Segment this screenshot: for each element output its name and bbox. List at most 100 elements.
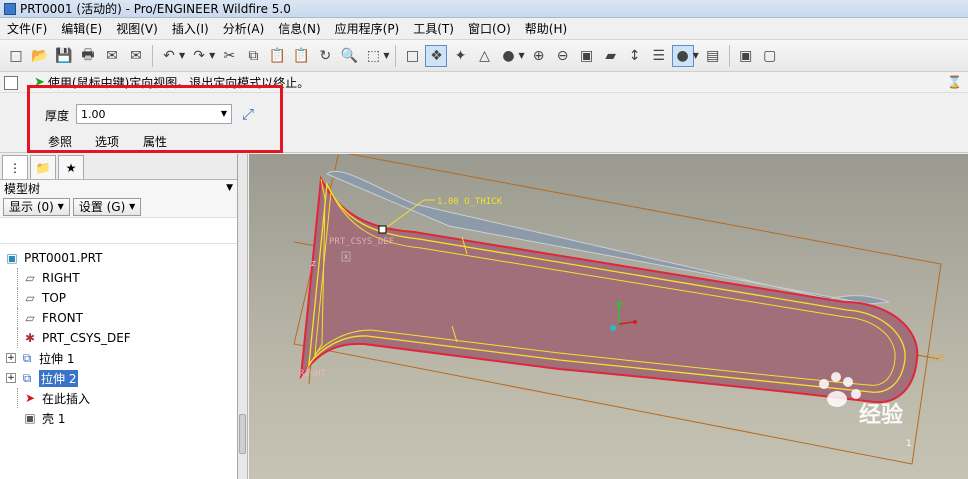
menu-tools[interactable]: 工具(T) xyxy=(406,18,461,40)
tab-model-tree-icon[interactable]: ⋮ xyxy=(2,155,28,179)
paste-special-icon[interactable]: 📋 xyxy=(290,45,312,67)
tree-item-extrude-2[interactable]: + ⧉ 拉伸 2 xyxy=(0,368,237,388)
tree-item-label: 拉伸 1 xyxy=(39,351,75,366)
saved-views-icon[interactable]: △ xyxy=(473,45,495,67)
copy-icon[interactable]: ⧉ xyxy=(242,45,264,67)
spin-center-icon[interactable]: ❖ xyxy=(425,44,448,67)
repaint-icon[interactable]: □ xyxy=(401,45,423,67)
tree-item-extrude-1[interactable]: + ⧉ 拉伸 1 xyxy=(0,348,237,368)
chevron-down-icon: ▼ xyxy=(57,202,64,211)
tree-item-csys[interactable]: ✱ PRT_CSYS_DEF xyxy=(0,328,237,348)
send-icon[interactable]: ✉ xyxy=(101,45,123,67)
model-tree-buttons: 显示 (0) ▼ 设置 (G) ▼ xyxy=(0,196,237,218)
redo-dropdown-icon[interactable]: ▼ xyxy=(209,51,215,60)
tab-properties[interactable]: 属性 xyxy=(143,133,167,150)
chevron-down-icon[interactable]: ▼ xyxy=(226,183,233,193)
navigator-panel: ⋮ 📁 ★ 模型树 ▼ 显示 (0) ▼ 设置 (G) ▼ ▣ PRT0001.… xyxy=(0,154,238,479)
paste-icon[interactable]: 📋 xyxy=(266,45,288,67)
spin-center-z-dot xyxy=(610,325,616,331)
right-datum-label: RIGHT xyxy=(299,369,327,379)
csys-label: PRT_CSYS_DEF xyxy=(329,237,394,247)
menu-edit[interactable]: 编辑(E) xyxy=(54,18,109,40)
tree-item-front[interactable]: ▱ FRONT xyxy=(0,308,237,328)
undo-icon[interactable]: ↶ xyxy=(158,45,180,67)
tree-item-label: 在此插入 xyxy=(42,391,91,406)
tab-favorites-icon[interactable]: ★ xyxy=(58,155,84,179)
tree-item-part[interactable]: ▣ PRT0001.PRT xyxy=(0,248,237,268)
scrollbar-thumb[interactable] xyxy=(239,414,246,454)
tab-references[interactable]: 参照 xyxy=(48,133,72,150)
menu-help[interactable]: 帮助(H) xyxy=(518,18,574,40)
settings-button[interactable]: 设置 (G) ▼ xyxy=(72,197,142,216)
datum-planes-icon[interactable]: ▰ xyxy=(600,45,622,67)
find-icon[interactable]: 🔍 xyxy=(338,45,360,67)
undo-dropdown-icon[interactable]: ▼ xyxy=(179,51,185,60)
redo-icon[interactable]: ↷ xyxy=(188,45,210,67)
tab-folder-browser-icon[interactable]: 📁 xyxy=(30,155,56,179)
graphics-window[interactable]: 1.00 O_THICK PRT_CSYS_DEF X Z RIGHT TOP … xyxy=(249,154,968,479)
model-canvas[interactable]: 1.00 O_THICK PRT_CSYS_DEF X Z RIGHT TOP … xyxy=(249,154,968,479)
show-button-label: 显示 (0) xyxy=(9,200,54,214)
datum-axes-icon[interactable]: ↕ xyxy=(624,45,646,67)
regenerate-icon[interactable]: ↻ xyxy=(314,45,336,67)
tree-item-insert-here[interactable]: ➤ 在此插入 xyxy=(0,388,237,408)
zoom-in-icon[interactable]: ⊕ xyxy=(528,45,550,67)
appearance-dropdown-icon[interactable]: ▼ xyxy=(693,51,699,60)
layers-icon[interactable]: ☰ xyxy=(648,45,670,67)
tree-item-top[interactable]: ▱ TOP xyxy=(0,288,237,308)
part-icon: ▣ xyxy=(6,251,18,265)
datum-plane-icon: ▱ xyxy=(25,271,35,285)
shade-icon[interactable]: ● xyxy=(497,45,519,67)
select-dropdown-icon[interactable]: ▼ xyxy=(383,51,389,60)
tab-options[interactable]: 选项 xyxy=(95,133,119,150)
menu-analysis[interactable]: 分析(A) xyxy=(216,18,272,40)
orient-icon[interactable]: ✦ xyxy=(449,45,471,67)
tree-item-label: 拉伸 2 xyxy=(39,369,79,387)
refit-icon[interactable]: ▣ xyxy=(576,45,598,67)
cut-icon[interactable]: ✂ xyxy=(218,45,240,67)
menu-info[interactable]: 信息(N) xyxy=(271,18,327,40)
tree-filter-area xyxy=(0,218,237,244)
shade-dropdown-icon[interactable]: ▼ xyxy=(518,51,524,60)
tree-item-label: TOP xyxy=(42,291,67,305)
corner-number: 1 xyxy=(906,439,912,449)
tree-item-right[interactable]: ▱ RIGHT xyxy=(0,268,237,288)
wireframe-icon[interactable]: ▢ xyxy=(759,45,781,67)
dimension-handle[interactable] xyxy=(378,225,387,234)
thickness-label: 厚度 xyxy=(45,109,70,123)
csys-x-label: X xyxy=(344,254,348,261)
flip-direction-icon[interactable]: ⤢ xyxy=(238,104,258,124)
print-icon[interactable]: 🖶 xyxy=(77,45,99,67)
menu-applications[interactable]: 应用程序(P) xyxy=(328,18,407,40)
menu-view[interactable]: 视图(V) xyxy=(109,18,165,40)
tree-item-label: FRONT xyxy=(42,311,83,325)
appearance-icon[interactable]: ● xyxy=(671,44,694,67)
csys-z-label: Z xyxy=(311,260,316,268)
shell-dashboard: 厚度 1.00 ▼ ⤢ 参照 选项 属性 xyxy=(0,85,968,153)
insert-here-icon: ➤ xyxy=(24,391,36,405)
thickness-combobox[interactable]: 1.00 ▼ xyxy=(76,104,232,124)
new-icon[interactable]: □ xyxy=(5,45,27,67)
model-tree-title: 模型树 xyxy=(4,181,41,196)
shell-icon: ▣ xyxy=(24,411,36,425)
tree-item-shell[interactable]: ▣ 壳 1 xyxy=(0,408,237,428)
dimension-label[interactable]: 1.00 O_THICK xyxy=(437,197,503,207)
expand-icon[interactable]: + xyxy=(6,373,16,383)
thickness-value[interactable]: 1.00 xyxy=(81,108,106,121)
menu-insert[interactable]: 插入(I) xyxy=(165,18,216,40)
panel-splitter[interactable] xyxy=(238,154,248,479)
csys-icon: ✱ xyxy=(24,331,36,345)
select-box-icon[interactable]: ⬚ xyxy=(362,45,384,67)
show-button[interactable]: 显示 (0) ▼ xyxy=(3,197,70,216)
model-display-icon[interactable]: ▤ xyxy=(702,45,724,67)
expand-icon[interactable]: + xyxy=(6,353,16,363)
save-icon[interactable]: 💾 xyxy=(53,45,75,67)
open-icon[interactable]: 📂 xyxy=(29,45,51,67)
chevron-down-icon[interactable]: ▼ xyxy=(221,109,227,118)
send-print-icon[interactable]: ✉ xyxy=(125,45,147,67)
view-manager-icon[interactable]: ▣ xyxy=(735,45,757,67)
message-log-icon[interactable] xyxy=(4,75,18,90)
zoom-out-icon[interactable]: ⊖ xyxy=(552,45,574,67)
menu-window[interactable]: 窗口(O) xyxy=(461,18,518,40)
menu-file[interactable]: 文件(F) xyxy=(0,18,54,40)
